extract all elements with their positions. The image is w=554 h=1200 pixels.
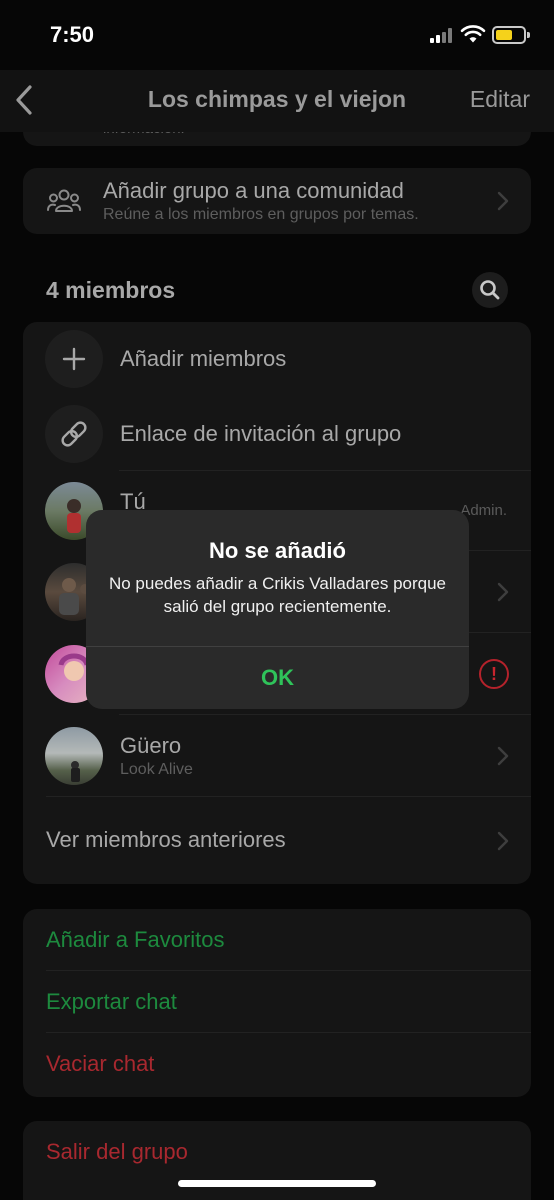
add-favorites-row[interactable]: Añadir a Favoritos <box>23 909 531 971</box>
navigation-bar-overlay: Los chimpas y el viejon Editar <box>0 70 554 132</box>
export-chat-row[interactable]: Exportar chat <box>23 971 531 1033</box>
status-bar: 7:50 <box>0 0 554 70</box>
export-chat-label: Exportar chat <box>46 989 177 1014</box>
status-time: 7:50 <box>50 22 95 47</box>
chevron-right-icon <box>497 191 509 211</box>
dialog-title: No se añadió <box>209 538 346 563</box>
plus-icon <box>45 330 103 388</box>
add-members-row[interactable]: Añadir miembros <box>23 322 531 397</box>
members-count-header: 4 miembros <box>46 277 176 303</box>
home-indicator[interactable] <box>178 1180 376 1187</box>
dialog-message: No puedes añadir a Crikis Valladares por… <box>108 574 447 616</box>
member-status: Look Alive <box>120 761 193 778</box>
previous-members-row[interactable]: Ver miembros anteriores <box>23 797 531 884</box>
chevron-right-icon <box>497 746 509 766</box>
chevron-right-icon <box>497 831 509 851</box>
avatar <box>45 727 103 785</box>
clear-chat-row[interactable]: Vaciar chat <box>23 1033 531 1095</box>
invite-link-label: Enlace de invitación al grupo <box>120 421 402 446</box>
member-name: Güero <box>120 733 182 758</box>
link-icon <box>45 405 103 463</box>
clear-chat-label: Vaciar chat <box>46 1051 155 1076</box>
previous-members-label: Ver miembros anteriores <box>46 827 286 852</box>
chat-actions-card: Añadir a Favoritos Exportar chat Vaciar … <box>23 909 531 1097</box>
invite-link-row[interactable]: Enlace de invitación al grupo <box>23 397 531 471</box>
ok-button[interactable]: OK <box>86 647 469 709</box>
member-row[interactable]: Güero Look Alive <box>23 715 531 797</box>
search-members-button[interactable] <box>472 272 508 308</box>
search-icon <box>480 280 500 300</box>
add-to-community-row[interactable]: Añadir grupo a una comunidad Reúne a los… <box>23 168 531 234</box>
add-members-label: Añadir miembros <box>120 346 287 371</box>
battery-icon <box>492 26 530 44</box>
exit-group-label: Salir del grupo <box>46 1139 188 1164</box>
people-group-icon <box>47 189 81 212</box>
exit-group-row[interactable]: Salir del grupo <box>23 1121 531 1183</box>
admin-badge: Admin. <box>460 502 507 519</box>
community-subtitle: Reúne a los miembros en grupos por temas… <box>103 206 419 223</box>
add-favorites-label: Añadir a Favoritos <box>46 927 225 952</box>
edit-button[interactable]: Editar <box>470 86 530 113</box>
community-title: Añadir grupo a una comunidad <box>103 178 404 203</box>
cellular-signal-icon <box>430 27 454 43</box>
wifi-icon <box>460 25 486 43</box>
exit-group-card: Salir del grupo <box>23 1121 531 1200</box>
chevron-right-icon <box>497 582 509 602</box>
alert-dialog: No se añadió No puedes añadir a Crikis V… <box>86 510 469 709</box>
exclamation-circle-icon[interactable]: ! <box>479 659 509 689</box>
group-info-screen: 7:50 Los chimpas y el viejon Editar info… <box>0 0 554 1200</box>
